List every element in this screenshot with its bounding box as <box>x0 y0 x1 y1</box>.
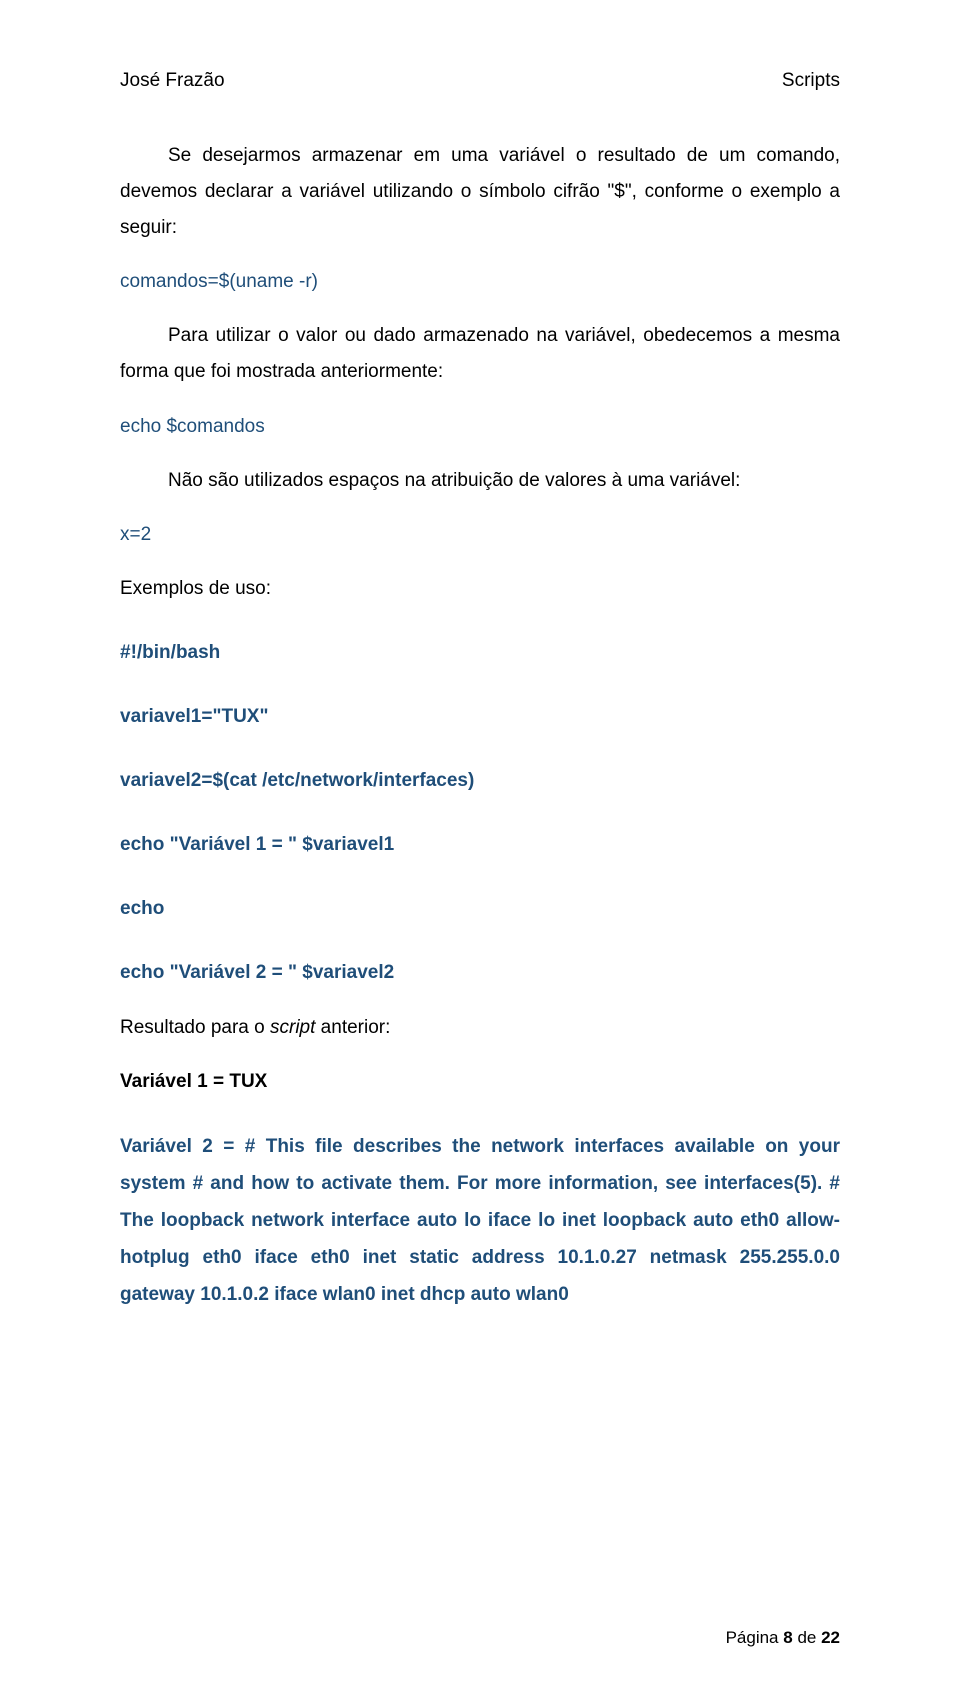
result-label: Resultado para o script anterior: <box>120 1010 840 1046</box>
examples-label: Exemplos de uso: <box>120 571 840 607</box>
code-line-comandos-assign: comandos=$(uname -r) <box>120 264 840 300</box>
page-header: José Frazão Scripts <box>120 70 840 92</box>
footer-total: 22 <box>821 1628 840 1647</box>
paragraph-2: Para utilizar o valor ou dado armazenado… <box>120 318 840 390</box>
output-var1: Variável 1 = TUX <box>120 1064 840 1100</box>
footer-mid: de <box>793 1628 821 1647</box>
code-line-echo-blank: echo <box>120 891 840 927</box>
header-left: José Frazão <box>120 70 225 92</box>
code-line-echo-comandos: echo $comandos <box>120 409 840 445</box>
paragraph-1: Se desejarmos armazenar em uma variável … <box>120 138 840 246</box>
result-label-a: Resultado para o <box>120 1017 270 1038</box>
code-line-var2: variavel2=$(cat /etc/network/interfaces) <box>120 763 840 799</box>
code-line-var1: variavel1="TUX" <box>120 699 840 735</box>
page-body: Se desejarmos armazenar em uma variável … <box>120 138 840 1313</box>
code-line-echo1: echo "Variável 1 = " $variavel1 <box>120 827 840 863</box>
page-footer: Página 8 de 22 <box>726 1628 840 1648</box>
output-var2: Variável 2 = # This file describes the n… <box>120 1128 840 1313</box>
paragraph-3: Não são utilizados espaços na atribuição… <box>120 463 840 499</box>
code-line-x2: x=2 <box>120 517 840 553</box>
result-label-c: anterior: <box>315 1017 390 1038</box>
code-line-echo2: echo "Variável 2 = " $variavel2 <box>120 955 840 991</box>
footer-page-number: 8 <box>783 1628 792 1647</box>
page: José Frazão Scripts Se desejarmos armaze… <box>0 0 960 1702</box>
result-label-script-word: script <box>270 1017 315 1038</box>
header-right: Scripts <box>782 70 840 92</box>
footer-prefix: Página <box>726 1628 784 1647</box>
code-line-shebang: #!/bin/bash <box>120 635 840 671</box>
